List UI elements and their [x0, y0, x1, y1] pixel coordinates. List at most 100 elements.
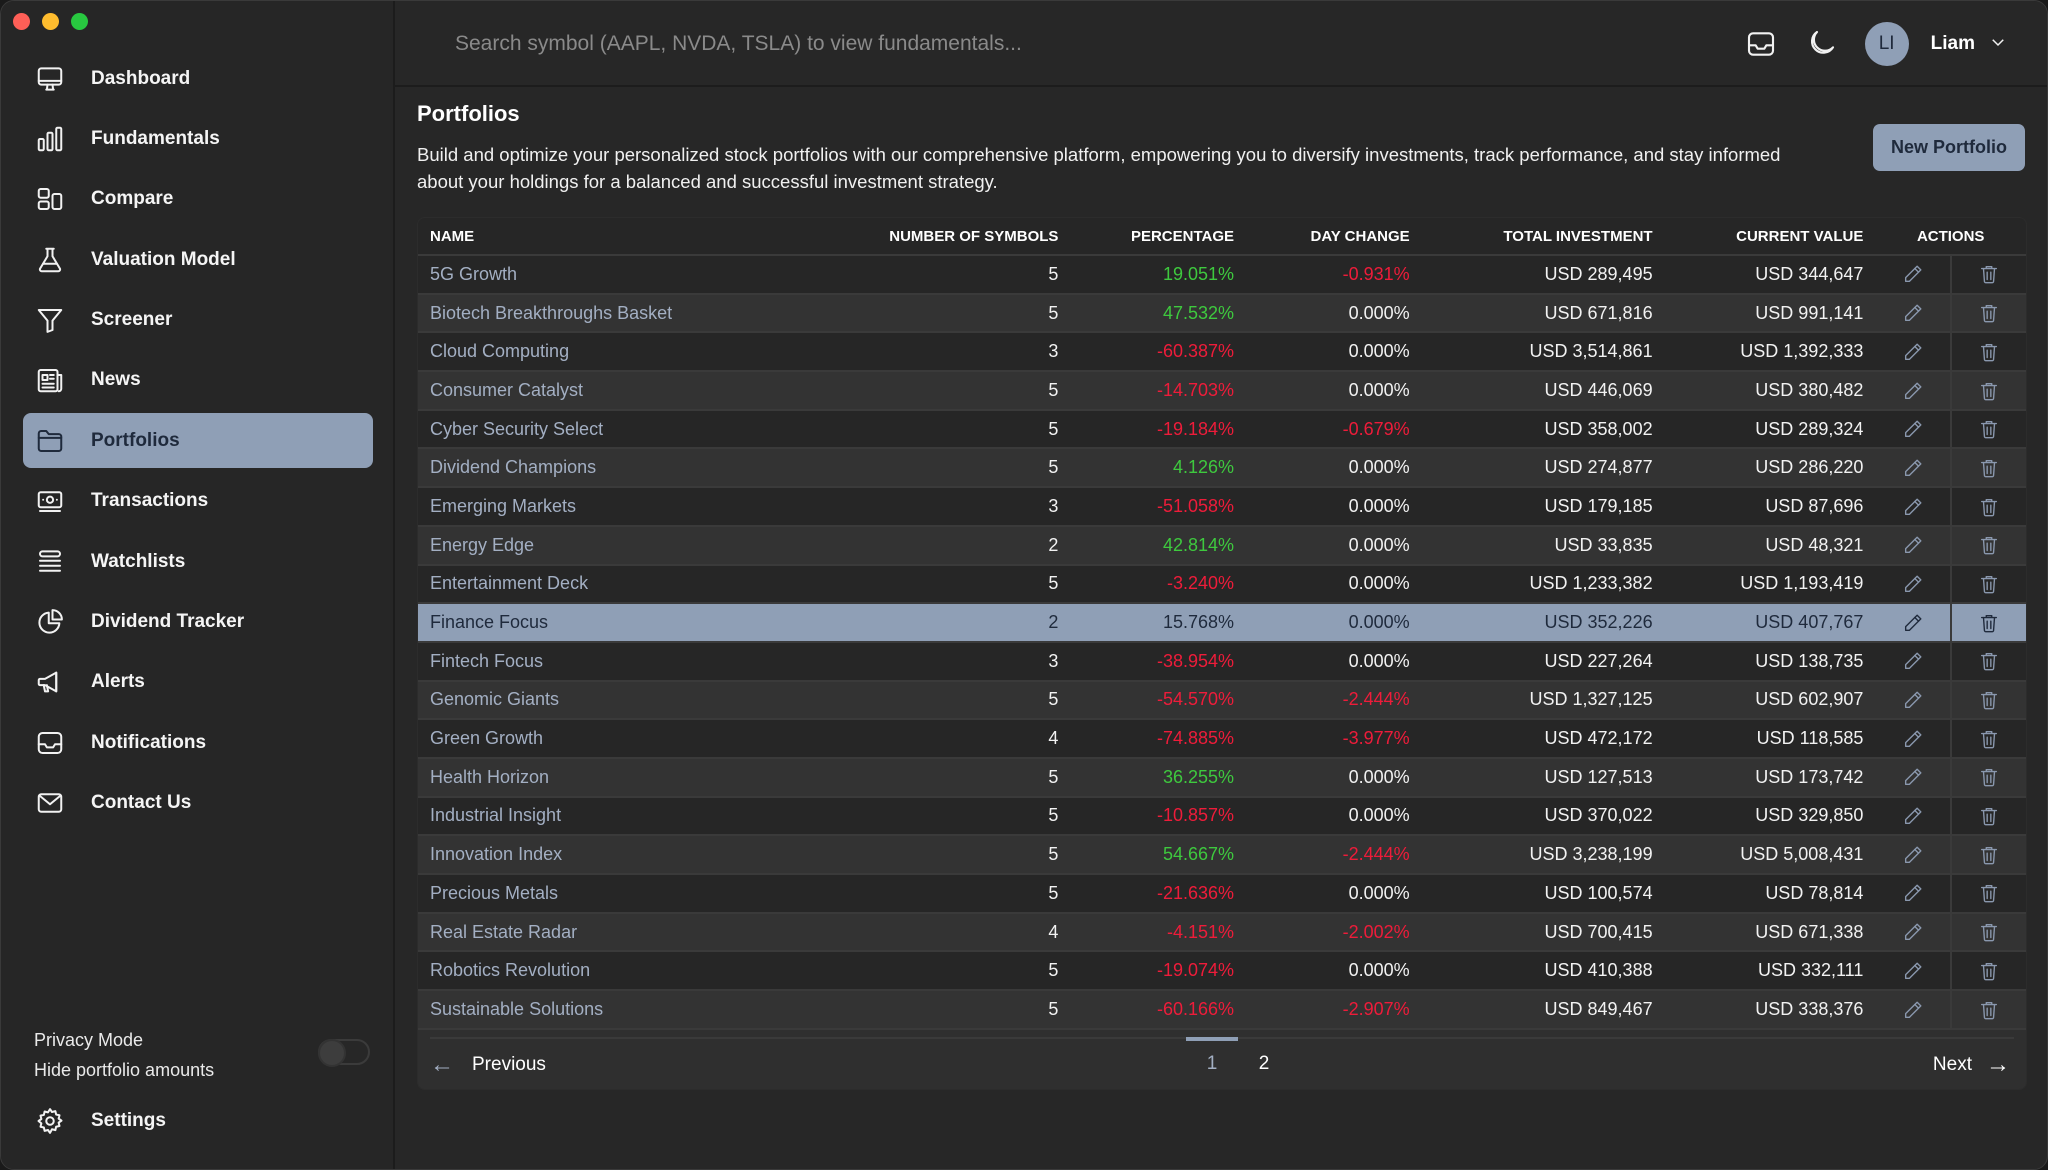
table-row[interactable]: Green Growth 4 -74.885% -3.977% USD 472,172 U…: [418, 719, 2026, 758]
trash-icon[interactable]: [1978, 457, 2000, 478]
close-window-button[interactable]: [13, 13, 30, 30]
trash-icon[interactable]: [1978, 263, 2000, 284]
search-input[interactable]: [455, 25, 1355, 63]
pencil-icon[interactable]: [1902, 611, 1924, 631]
sidebar-item-dividend-tracker[interactable]: Dividend Tracker: [23, 595, 373, 650]
trash-icon[interactable]: [1978, 689, 2000, 710]
trash-icon[interactable]: [1978, 766, 2000, 787]
sidebar-item-news[interactable]: News: [23, 353, 373, 408]
pencil-icon[interactable]: [1902, 302, 1924, 322]
table-row[interactable]: Robotics Revolution 5 -19.074% 0.000% USD 41…: [418, 951, 2026, 991]
pencil-icon[interactable]: [1902, 882, 1924, 902]
table-row[interactable]: Industrial Insight 5 -10.857% 0.000% USD 370…: [418, 796, 2026, 836]
trash-icon[interactable]: [1978, 611, 2000, 633]
portfolio-name[interactable]: Innovation Index: [418, 835, 669, 874]
table-row[interactable]: Cloud Computing 3 -60.387% 0.000% USD 3,514,…: [418, 332, 2026, 372]
sidebar-item-portfolios[interactable]: Portfolios: [23, 413, 373, 469]
pencil-icon[interactable]: [1902, 844, 1924, 864]
pencil-icon[interactable]: [1902, 457, 1924, 477]
trash-icon[interactable]: [1978, 379, 2000, 400]
pencil-icon[interactable]: [1902, 573, 1924, 593]
pencil-icon[interactable]: [1902, 689, 1924, 709]
trash-icon[interactable]: [1978, 302, 2000, 323]
portfolio-name[interactable]: Cyber Security Select: [418, 410, 669, 449]
portfolio-name[interactable]: Consumer Catalyst: [418, 371, 669, 410]
portfolio-name[interactable]: Entertainment Deck: [418, 565, 669, 604]
minimize-window-button[interactable]: [42, 13, 59, 30]
portfolio-name[interactable]: Precious Metals: [418, 874, 669, 913]
pencil-icon[interactable]: [1902, 341, 1924, 361]
table-row[interactable]: Dividend Champions 5 4.126% 0.000% USD 274,8…: [418, 448, 2026, 488]
sidebar-item-notifications[interactable]: Notifications: [23, 715, 373, 770]
portfolio-name[interactable]: 5G Growth: [418, 255, 669, 294]
pencil-icon[interactable]: [1902, 727, 1924, 747]
sidebar-item-compare[interactable]: Compare: [23, 172, 373, 227]
trash-icon[interactable]: [1978, 998, 2000, 1019]
sidebar-item-fundamentals[interactable]: Fundamentals: [23, 111, 373, 166]
table-row[interactable]: Finance Focus 2 15.768% 0.000% USD 352,226 US…: [418, 603, 2026, 642]
pencil-icon[interactable]: [1902, 766, 1924, 786]
trash-icon[interactable]: [1978, 650, 2000, 671]
trash-icon[interactable]: [1978, 882, 2000, 903]
pencil-icon[interactable]: [1902, 534, 1924, 554]
trash-icon[interactable]: [1978, 573, 2000, 594]
pencil-icon[interactable]: [1902, 418, 1924, 438]
inbox-icon[interactable]: [1745, 28, 1777, 60]
portfolio-name[interactable]: Sustainable Solutions: [418, 990, 669, 1029]
page-2-button[interactable]: 2: [1238, 1039, 1290, 1089]
portfolio-name[interactable]: Energy Edge: [418, 526, 669, 565]
sidebar-item-dashboard[interactable]: Dashboard: [23, 51, 373, 106]
portfolio-name[interactable]: Cloud Computing: [418, 332, 669, 371]
table-row[interactable]: Energy Edge 2 42.814% 0.000% USD 33,835 USD 4…: [418, 525, 2026, 565]
maximize-window-button[interactable]: [71, 13, 88, 30]
table-row[interactable]: Health Horizon 5 36.255% 0.000% USD 127,513 U…: [418, 757, 2026, 797]
column-header-day-change[interactable]: Day Change: [1246, 218, 1422, 256]
pencil-icon[interactable]: [1902, 805, 1924, 825]
trash-icon[interactable]: [1978, 341, 2000, 362]
column-header-name[interactable]: Name: [418, 218, 669, 256]
table-row[interactable]: Precious Metals 5 -21.636% 0.000% USD 100,57…: [418, 874, 2026, 913]
next-page-button[interactable]: Next →: [1933, 1051, 2010, 1079]
trash-icon[interactable]: [1978, 921, 2000, 942]
trash-icon[interactable]: [1978, 805, 2000, 826]
pencil-icon[interactable]: [1902, 495, 1924, 515]
table-row[interactable]: 5G Growth 5 19.051% -0.931% USD 289,495 USD 3…: [418, 255, 2026, 294]
table-row[interactable]: Consumer Catalyst 5 -14.703% 0.000% USD 446,…: [418, 371, 2026, 410]
previous-page-button[interactable]: ← Previous: [430, 1051, 546, 1079]
sidebar-item-settings[interactable]: Settings: [23, 1093, 373, 1148]
table-row[interactable]: Fintech Focus 3 -38.954% 0.000% USD 227,264 U…: [418, 641, 2026, 681]
table-row[interactable]: Genomic Giants 5 -54.570% -2.444% USD 1,327,…: [418, 680, 2026, 720]
pencil-icon[interactable]: [1902, 263, 1924, 283]
portfolio-name[interactable]: Robotics Revolution: [418, 951, 669, 990]
table-row[interactable]: Biotech Breakthroughs Basket 5 47.532% 0.00…: [418, 293, 2026, 333]
sidebar-item-watchlists[interactable]: Watchlists: [23, 534, 373, 589]
sidebar-item-contact-us[interactable]: Contact Us: [23, 776, 373, 831]
trash-icon[interactable]: [1978, 534, 2000, 555]
column-header-total-investment[interactable]: Total Investment: [1421, 218, 1665, 256]
table-row[interactable]: Innovation Index 5 54.667% -2.444% USD 3,238…: [418, 835, 2026, 874]
table-row[interactable]: Cyber Security Select 5 -19.184% -0.679% USD…: [418, 409, 2026, 449]
sidebar-item-alerts[interactable]: Alerts: [23, 655, 373, 710]
pencil-icon[interactable]: [1902, 960, 1924, 980]
moon-icon[interactable]: [1805, 28, 1837, 60]
sidebar-item-valuation-model[interactable]: Valuation Model: [23, 232, 373, 287]
table-row[interactable]: Emerging Markets 3 -51.058% 0.000% USD 179,1…: [418, 487, 2026, 526]
chevron-down-icon[interactable]: [1989, 33, 2007, 56]
trash-icon[interactable]: [1978, 495, 2000, 516]
username[interactable]: Liam: [1931, 33, 1975, 55]
trash-icon[interactable]: [1978, 418, 2000, 439]
portfolio-name[interactable]: Genomic Giants: [418, 681, 669, 720]
portfolio-name[interactable]: Green Growth: [418, 719, 669, 758]
sidebar-item-screener[interactable]: Screener: [23, 293, 373, 348]
portfolio-name[interactable]: Dividend Champions: [418, 448, 669, 487]
portfolio-name[interactable]: Emerging Markets: [418, 487, 669, 526]
avatar[interactable]: LI: [1864, 22, 1909, 66]
portfolio-name[interactable]: Fintech Focus: [418, 642, 669, 681]
portfolio-name[interactable]: Finance Focus: [418, 603, 669, 642]
trash-icon[interactable]: [1978, 844, 2000, 865]
trash-icon[interactable]: [1978, 960, 2000, 981]
portfolio-name[interactable]: Real Estate Radar: [418, 913, 669, 952]
column-header-percentage[interactable]: Percentage: [1070, 218, 1247, 256]
portfolio-name[interactable]: Health Horizon: [418, 758, 669, 797]
pencil-icon[interactable]: [1902, 650, 1924, 670]
